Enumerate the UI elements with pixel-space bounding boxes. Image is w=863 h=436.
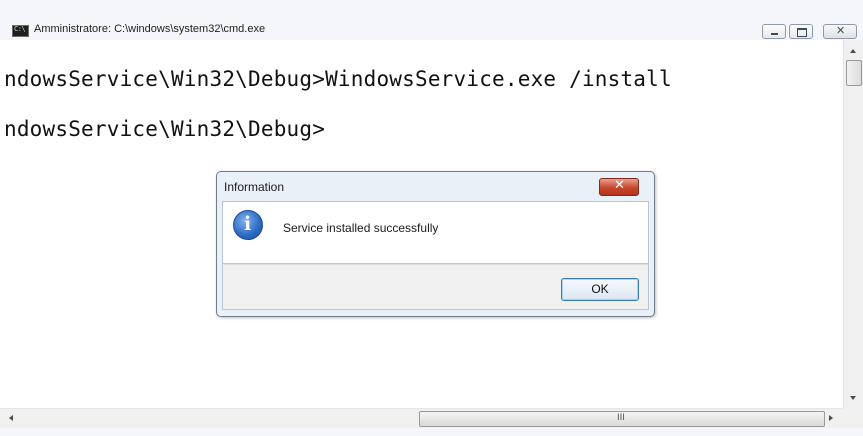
ok-button[interactable]: OK	[561, 278, 639, 301]
minimize-icon	[771, 33, 778, 35]
maximize-icon	[797, 28, 807, 37]
close-icon: ✕	[836, 24, 846, 37]
window-bottom-border	[0, 428, 863, 436]
close-button[interactable]: ✕	[823, 24, 857, 39]
dialog-message: Service installed successfully	[283, 221, 439, 235]
console-line-2: ndowsService\Win32\Debug>	[4, 117, 326, 141]
dialog-title: Information	[224, 180, 285, 194]
cmd-console-icon-text: C:\	[14, 25, 26, 33]
dialog-close-button[interactable]: ✕	[599, 178, 639, 196]
maximize-button[interactable]	[789, 24, 813, 39]
dialog-footer: OK	[222, 264, 649, 310]
close-icon: ✕	[614, 178, 625, 193]
scroll-up-arrow-icon[interactable]	[850, 49, 856, 53]
scroll-left-arrow-icon[interactable]	[9, 415, 13, 421]
info-icon-glyph: i	[244, 213, 252, 235]
horizontal-scrollbar[interactable]: III	[0, 408, 843, 429]
dialog-body: i Service installed successfully	[222, 201, 649, 264]
horizontal-scroll-thumb[interactable]: III	[419, 411, 825, 427]
vertical-scroll-thumb[interactable]	[846, 60, 862, 86]
scroll-down-arrow-icon[interactable]	[850, 396, 856, 400]
information-dialog: Information ✕ i Service installed succes…	[216, 171, 655, 317]
title-bar[interactable]: C:\ Amministratore: C:\windows\system32\…	[0, 0, 863, 41]
cmd-window: C:\ Amministratore: C:\windows\system32\…	[0, 0, 863, 436]
info-icon: i	[233, 210, 263, 240]
scrollbar-corner	[843, 408, 863, 428]
vertical-scrollbar[interactable]	[843, 40, 863, 408]
scroll-grip-icon: III	[617, 413, 625, 423]
console-line-1: ndowsService\Win32\Debug>WindowsService.…	[4, 67, 672, 91]
cmd-console-icon[interactable]: C:\	[12, 25, 29, 37]
minimize-button[interactable]	[762, 24, 786, 39]
window-title: Amministratore: C:\windows\system32\cmd.…	[34, 23, 266, 35]
scroll-right-arrow-icon[interactable]	[829, 415, 833, 421]
